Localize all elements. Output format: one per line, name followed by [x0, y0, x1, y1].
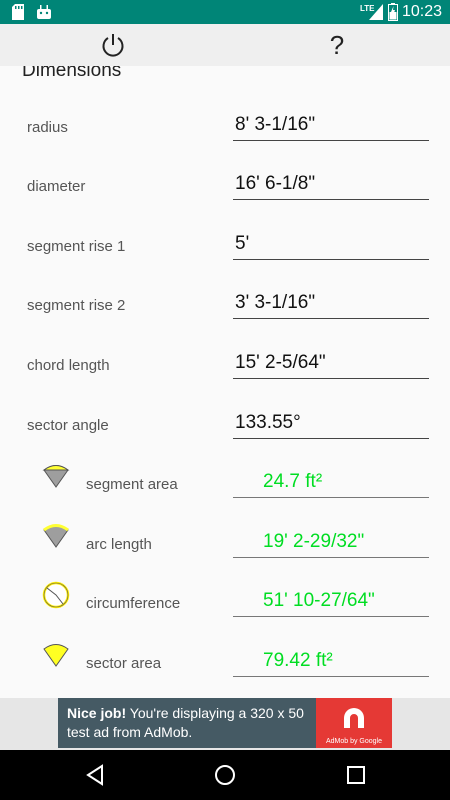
ad-logo-caption: AdMob by Google [325, 738, 383, 745]
input-label: segment rise 2 [27, 297, 126, 314]
status-bar: LTE 10:23 [0, 0, 450, 24]
admob-logo: AdMob by Google [316, 698, 392, 748]
segment-rise-2-field[interactable]: 3' 3-1/16" [233, 288, 429, 319]
result-label: sector area [86, 655, 162, 672]
circumference-icon [42, 581, 70, 609]
back-icon[interactable] [82, 762, 108, 788]
recents-icon[interactable] [343, 762, 369, 788]
input-label: radius [27, 119, 68, 136]
segment-area-result: 24.7 ft² [233, 467, 429, 498]
diameter-value: 16' 6-1/8" [235, 173, 316, 194]
sector-area-value: 79.42 ft² [263, 650, 333, 671]
sector-area-result: 79.42 ft² [233, 646, 429, 677]
admob-icon [344, 708, 364, 728]
home-icon[interactable] [212, 762, 238, 788]
battery-icon [388, 3, 398, 21]
ad-text: Nice job! You're displaying a 320 x 50 t… [67, 704, 317, 742]
signal-icon [369, 4, 383, 20]
arc-length-result: 19' 2-29/32" [233, 527, 429, 558]
result-row-sector-area: sector area 79.42 ft² [0, 644, 450, 698]
diameter-field[interactable]: 16' 6-1/8" [233, 169, 429, 200]
segment-area-value: 24.7 ft² [263, 471, 323, 492]
sector-area-icon [43, 644, 69, 667]
action-bar: ? [0, 24, 450, 66]
power-icon [102, 34, 124, 57]
chord-length-value: 15' 2-5/64" [235, 352, 326, 373]
input-label: sector angle [27, 417, 109, 434]
input-label: diameter [27, 178, 86, 195]
input-row-diameter: diameter 16' 6-1/8" [0, 173, 450, 237]
circumference-value: 51' 10-27/64" [263, 590, 375, 611]
ad-banner[interactable]: Nice job! You're displaying a 320 x 50 t… [58, 698, 392, 748]
sector-angle-field[interactable]: 133.55° [233, 408, 429, 439]
segment-rise-1-field[interactable]: 5' [233, 229, 429, 260]
help-icon: ? [329, 29, 345, 60]
segment-area-icon [42, 465, 70, 488]
navigation-bar [0, 750, 450, 800]
chord-length-field[interactable]: 15' 2-5/64" [233, 348, 429, 379]
ad-bar: Nice job! You're displaying a 320 x 50 t… [0, 698, 450, 750]
android-icon [37, 5, 51, 19]
input-label: chord length [27, 357, 110, 374]
sd-card-icon [12, 4, 24, 20]
segment-rise-2-value: 3' 3-1/16" [235, 292, 316, 313]
section-title: Dimensions [22, 66, 122, 81]
result-label: segment area [86, 476, 178, 493]
dimensions-panel: Dimensions radius 8' 3-1/16" diameter 16… [0, 66, 450, 698]
arc-length-icon [43, 524, 69, 548]
ad-headline: Nice job! [67, 705, 127, 721]
input-label: segment rise 1 [27, 238, 126, 255]
segment-rise-1-value: 5' [235, 233, 250, 254]
input-row-segment-rise-2: segment rise 2 3' 3-1/16" [0, 292, 450, 356]
result-label: circumference [86, 595, 181, 612]
clock: 10:23 [401, 3, 442, 20]
help-button[interactable]: ? [320, 28, 354, 62]
circumference-result: 51' 10-27/64" [233, 586, 429, 617]
power-button[interactable] [96, 28, 130, 62]
radius-field[interactable]: 8' 3-1/16" [233, 110, 429, 141]
sector-angle-value: 133.55° [235, 412, 301, 433]
arc-length-value: 19' 2-29/32" [263, 531, 365, 552]
result-label: arc length [86, 536, 152, 553]
input-row-chord-length: chord length 15' 2-5/64" [0, 352, 450, 416]
radius-value: 8' 3-1/16" [235, 114, 316, 135]
